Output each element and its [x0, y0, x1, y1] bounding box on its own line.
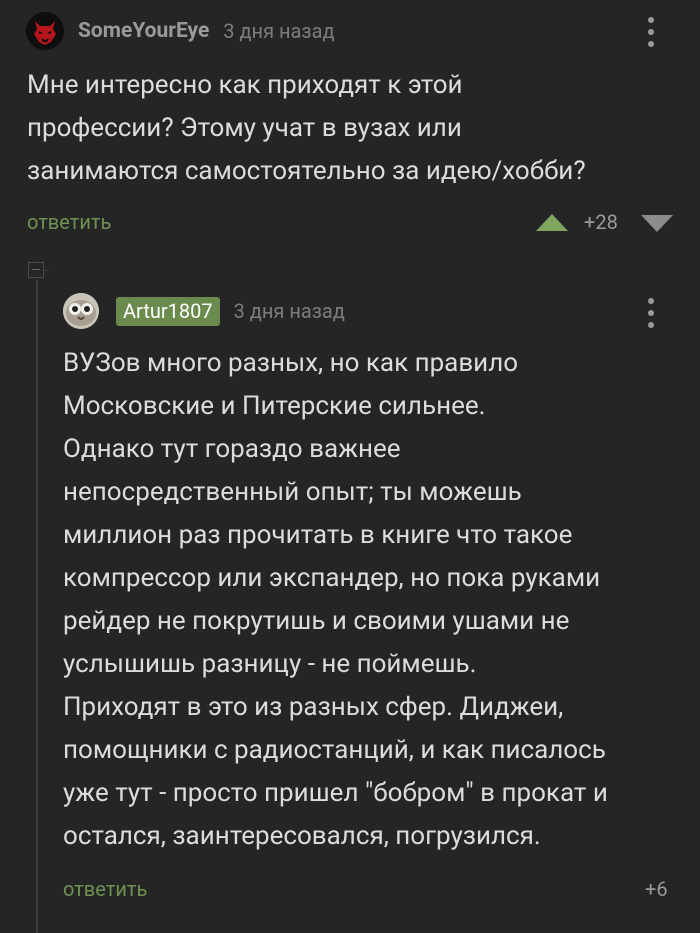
- thread-line[interactable]: [36, 280, 38, 933]
- comment-text: Мне интересно как приходят к этой профес…: [27, 64, 677, 193]
- reply-text-line: непосредственный опыт; ты можешь: [63, 477, 522, 507]
- reply-text-line: уже тут - просто пришел "бобром" в прока…: [63, 778, 608, 808]
- reply-text-line: помощники с радиостанций, и как писалось: [63, 735, 606, 765]
- comment-text-line: занимаются самостоятельно за идею/хобби?: [27, 156, 586, 186]
- kebab-menu-icon[interactable]: [646, 298, 656, 328]
- reply-text-line: рейдер не покрутишь и своими ушами не: [63, 606, 570, 636]
- comment-header: SomeYourEye 3 дня назад: [26, 12, 335, 50]
- reply-text-line: Московские и Питерские сильнее.: [63, 391, 486, 421]
- avatar[interactable]: [63, 293, 99, 329]
- owl-face-icon: [63, 293, 99, 329]
- reply-text-line: компрессор или экспандер, но пока руками: [63, 563, 601, 593]
- reply-button[interactable]: ответить: [27, 210, 111, 234]
- reply-text-line: ВУЗов много разных, но как правило: [63, 348, 519, 378]
- avatar[interactable]: [26, 12, 64, 50]
- comment-author[interactable]: SomeYourEye: [78, 19, 209, 43]
- reply-text-line: услышишь разницу - не поймешь.: [63, 649, 477, 679]
- reply-header: Artur1807 3 дня назад: [63, 292, 345, 330]
- reply-text-line: Приходят в это из разных сфер. Диджеи,: [63, 692, 564, 722]
- reply-text-line: миллион раз прочитать в книге что такое: [63, 520, 573, 550]
- reply-button[interactable]: ответить: [63, 877, 147, 901]
- kebab-menu-icon[interactable]: [646, 17, 656, 47]
- reply-text-line: остался, заинтересовался, погрузился.: [63, 821, 541, 851]
- arrow-up-icon[interactable]: [536, 214, 568, 231]
- collapse-thread-icon[interactable]: [28, 262, 44, 278]
- comment-score: +28: [584, 210, 618, 234]
- demon-mask-icon: [26, 12, 64, 50]
- reply-score: +6: [645, 877, 668, 901]
- reply-author-badge[interactable]: Artur1807: [116, 296, 220, 326]
- comments-page: SomeYourEye 3 дня назад Мне интересно ка…: [0, 0, 700, 933]
- comment-time: 3 дня назад: [223, 19, 335, 43]
- arrow-down-icon[interactable]: [641, 215, 673, 232]
- reply-text: ВУЗов много разных, но как правило Моско…: [63, 342, 683, 858]
- reply-time: 3 дня назад: [233, 299, 345, 323]
- comment-text-line: профессии? Этому учат в вузах или: [27, 113, 462, 143]
- comment-text-line: Мне интересно как приходят к этой: [27, 70, 463, 100]
- reply-text-line: Однако тут гораздо важнее: [63, 434, 401, 464]
